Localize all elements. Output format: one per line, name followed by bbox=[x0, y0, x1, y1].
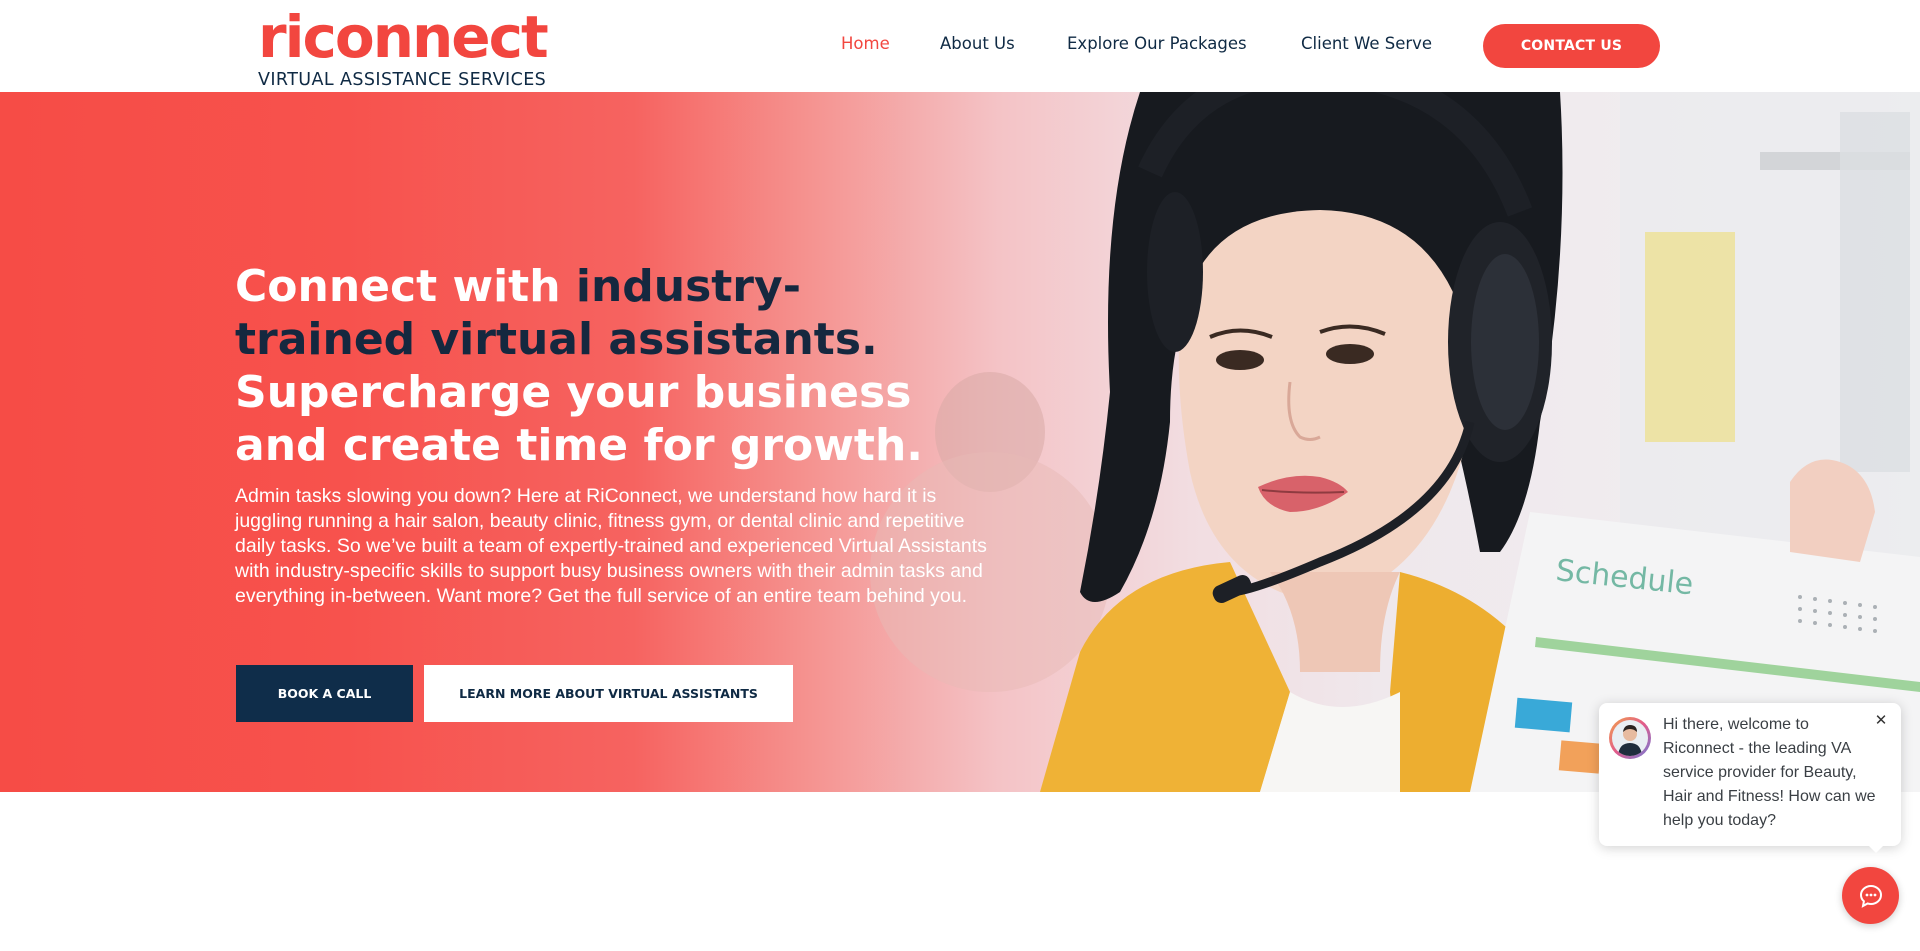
site-header: riconnect VIRTUAL ASSISTANCE SERVICES Ho… bbox=[0, 0, 1920, 92]
hero-headline: Connect with industry-trained virtual as… bbox=[235, 260, 955, 472]
riconnect-logo[interactable]: riconnect VIRTUAL ASSISTANCE SERVICES bbox=[258, 3, 549, 90]
close-icon[interactable]: ✕ bbox=[1873, 712, 1889, 728]
agent-avatar bbox=[1609, 717, 1651, 759]
logo-tagline: VIRTUAL ASSISTANCE SERVICES bbox=[258, 70, 547, 90]
chat-message: Hi there, welcome to Riconnect - the lea… bbox=[1663, 716, 1876, 829]
chat-launcher-button[interactable] bbox=[1842, 867, 1899, 924]
contact-us-button[interactable]: CONTACT US bbox=[1483, 24, 1660, 68]
headline-part-1: Connect with bbox=[235, 261, 576, 312]
nav-clients-we-serve[interactable]: Client We Serve bbox=[1301, 34, 1432, 53]
nav-home[interactable]: Home bbox=[841, 34, 890, 53]
chat-welcome-popup[interactable]: Hi there, welcome to Riconnect - the lea… bbox=[1599, 703, 1901, 853]
chat-icon bbox=[1859, 884, 1882, 908]
nav-about-us[interactable]: About Us bbox=[940, 34, 1015, 53]
book-a-call-button[interactable]: BOOK A CALL bbox=[236, 665, 413, 722]
logo-wordmark: riconnect bbox=[258, 3, 549, 71]
headline-part-3: Supercharge your business and create tim… bbox=[235, 367, 923, 471]
chat-tail bbox=[1866, 843, 1886, 853]
hero-description: Admin tasks slowing you down? Here at Ri… bbox=[235, 485, 987, 607]
nav-explore-packages[interactable]: Explore Our Packages bbox=[1067, 34, 1247, 53]
hero-section: Schedule Connect with industry-trained v… bbox=[0, 92, 1920, 792]
learn-more-button[interactable]: LEARN MORE ABOUT VIRTUAL ASSISTANTS bbox=[424, 665, 793, 722]
